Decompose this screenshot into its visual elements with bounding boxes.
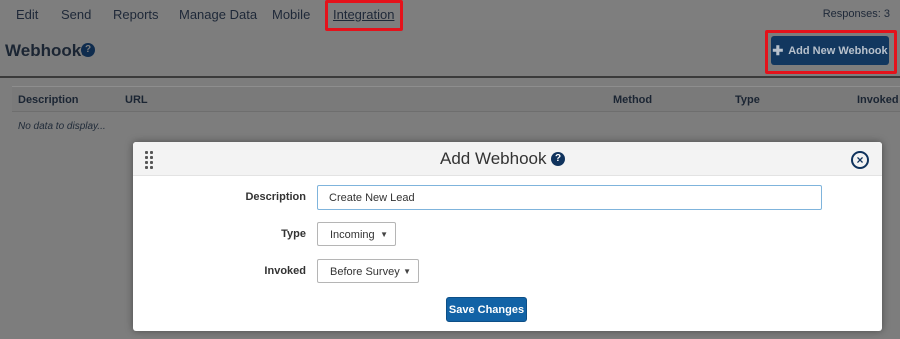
column-url[interactable]: URL xyxy=(125,94,148,106)
integration-highlight-box xyxy=(325,0,403,31)
webhooks-table-header: Description URL Method Type Invoked xyxy=(12,86,900,112)
nav-send[interactable]: Send xyxy=(61,7,91,22)
description-label: Description xyxy=(245,191,306,203)
column-type[interactable]: Type xyxy=(735,94,760,106)
type-select-value: Incoming xyxy=(330,229,375,241)
save-changes-button[interactable]: Save Changes xyxy=(446,297,527,322)
column-invoked[interactable]: Invoked xyxy=(857,94,899,106)
invoked-label: Invoked xyxy=(264,265,306,277)
chevron-down-icon: ▼ xyxy=(380,230,388,239)
question-circle-icon[interactable]: ? xyxy=(551,152,565,166)
page-title: Webhooks xyxy=(5,41,91,60)
plus-icon: ✚ xyxy=(772,42,784,58)
type-label: Type xyxy=(281,228,306,240)
column-method[interactable]: Method xyxy=(613,94,652,106)
empty-table-message: No data to display... xyxy=(18,121,106,132)
dialog-title: Add Webhook xyxy=(440,149,547,168)
add-new-webhook-button[interactable]: ✚ Add New Webhook xyxy=(771,36,889,65)
add-new-webhook-label: Add New Webhook xyxy=(788,44,888,57)
responses-count: Responses: 3 xyxy=(822,8,890,20)
add-webhook-dialog: Add Webhook ? × Description Type Incomin… xyxy=(133,142,882,331)
close-icon[interactable]: × xyxy=(851,151,869,169)
chevron-down-icon: ▼ xyxy=(403,267,411,276)
invoked-select[interactable]: Before Survey ▼ xyxy=(317,259,419,283)
divider xyxy=(0,76,900,78)
nav-manage-data[interactable]: Manage Data xyxy=(179,7,257,22)
nav-reports[interactable]: Reports xyxy=(113,7,159,22)
nav-mobile[interactable]: Mobile xyxy=(272,7,310,22)
drag-handle-icon[interactable] xyxy=(145,151,153,169)
dialog-header: Add Webhook ? × xyxy=(133,142,882,176)
column-description[interactable]: Description xyxy=(18,94,79,106)
question-circle-icon[interactable]: ? xyxy=(81,43,95,57)
type-select[interactable]: Incoming ▼ xyxy=(317,222,396,246)
nav-edit[interactable]: Edit xyxy=(16,7,38,22)
description-field[interactable] xyxy=(317,185,822,210)
invoked-select-value: Before Survey xyxy=(330,266,400,278)
top-navigation: Edit Send Reports Manage Data Mobile Int… xyxy=(0,0,900,30)
